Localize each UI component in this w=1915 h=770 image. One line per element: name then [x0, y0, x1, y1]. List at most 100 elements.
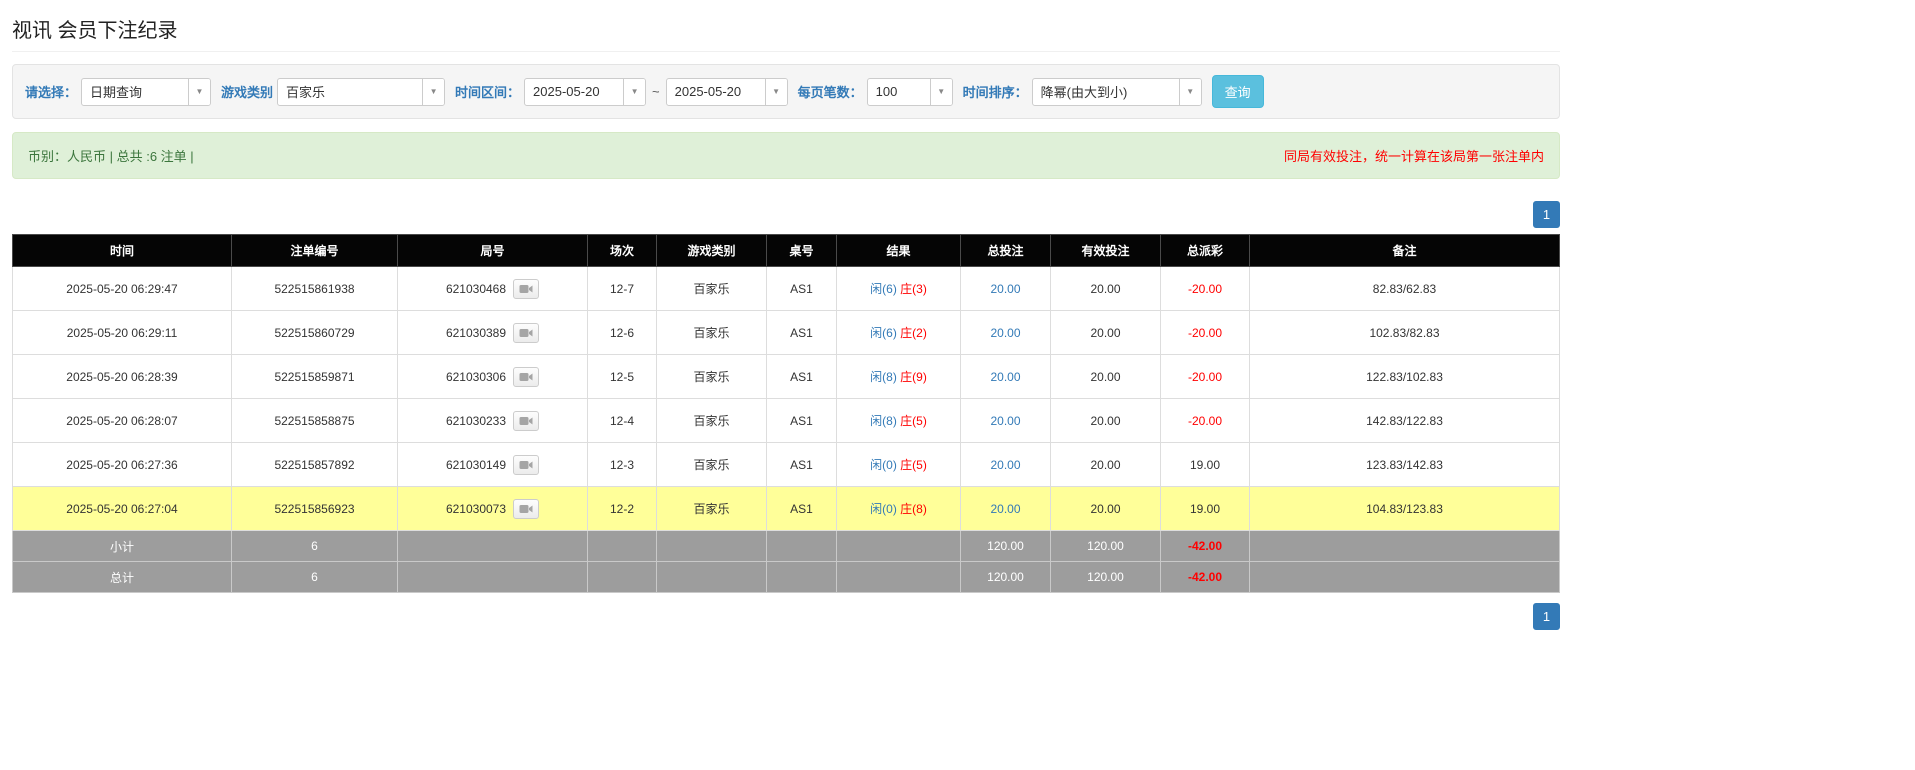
cell-round-id: 621030149: [398, 443, 588, 487]
cell-bet-id: 522515857892: [232, 443, 398, 487]
cell-bet-id: 522515859871: [232, 355, 398, 399]
cell-table-no: AS1: [767, 311, 837, 355]
cell-time: 2025-05-20 06:28:39: [13, 355, 232, 399]
date-range-separator: ~: [652, 84, 660, 99]
total-total-bet: 120.00: [961, 562, 1051, 593]
header-valid-bet: 有效投注: [1051, 235, 1161, 267]
chevron-down-icon[interactable]: ▼: [188, 79, 210, 105]
result-player: 闲(6): [870, 326, 897, 340]
video-camera-icon: [519, 284, 533, 294]
page-container: 视讯 会员下注纪录 请选择： 日期查询 ▼ 游戏类别 百家乐 ▼ 时间区间： 2…: [12, 0, 1560, 660]
cell-result: 闲(0) 庄(5): [837, 443, 961, 487]
cell-time: 2025-05-20 06:29:47: [13, 267, 232, 311]
filter-bar: 请选择： 日期查询 ▼ 游戏类别 百家乐 ▼ 时间区间： 2025-05-20 …: [12, 64, 1560, 119]
cell-remark: 104.83/123.83: [1250, 487, 1560, 531]
page-size-dropdown[interactable]: 100 ▼: [867, 78, 953, 106]
result-banker: 庄(2): [900, 326, 927, 340]
search-button[interactable]: 查询: [1212, 75, 1264, 108]
total-payout: -42.00: [1161, 562, 1250, 593]
cell-session: 12-4: [588, 399, 657, 443]
video-replay-button[interactable]: [513, 323, 539, 343]
bet-records-table: 时间 注单编号 局号 场次 游戏类别 桌号 结果 总投注 有效投注 总派彩 备注…: [12, 234, 1560, 593]
total-bet-link[interactable]: 20.00: [990, 458, 1020, 472]
video-camera-icon: [519, 416, 533, 426]
total-bet-link[interactable]: 20.00: [990, 282, 1020, 296]
cell-game-type: 百家乐: [657, 355, 767, 399]
round-id-text: 621030233: [446, 414, 506, 428]
grand-total-row: 总计 6 120.00 120.00 -42.00: [13, 562, 1560, 593]
cell-bet-id: 522515856923: [232, 487, 398, 531]
result-banker: 庄(3): [900, 282, 927, 296]
chevron-down-icon[interactable]: ▼: [765, 79, 787, 105]
round-id-text: 621030073: [446, 502, 506, 516]
result-player: 闲(8): [870, 414, 897, 428]
header-result: 结果: [837, 235, 961, 267]
cell-game-type: 百家乐: [657, 443, 767, 487]
chevron-down-icon[interactable]: ▼: [422, 79, 444, 105]
date-from-dropdown[interactable]: 2025-05-20 ▼: [524, 78, 646, 106]
select-type-value: 日期查询: [82, 79, 188, 105]
result-banker: 庄(5): [900, 458, 927, 472]
subtotal-count: 6: [232, 531, 398, 562]
game-type-label: 游戏类别: [221, 82, 273, 101]
result-player: 闲(6): [870, 282, 897, 296]
cell-total-bet: 20.00: [961, 311, 1051, 355]
cell-time: 2025-05-20 06:27:04: [13, 487, 232, 531]
page-title: 视讯 会员下注纪录: [12, 14, 1560, 52]
cell-game-type: 百家乐: [657, 267, 767, 311]
time-sort-value: 降幂(由大到小): [1033, 79, 1179, 105]
cell-valid-bet: 20.00: [1051, 355, 1161, 399]
round-id-text: 621030306: [446, 370, 506, 384]
cell-payout: -20.00: [1161, 267, 1250, 311]
select-type-label: 请选择：: [25, 82, 77, 101]
cell-time: 2025-05-20 06:29:11: [13, 311, 232, 355]
cell-time: 2025-05-20 06:27:36: [13, 443, 232, 487]
cell-table-no: AS1: [767, 487, 837, 531]
header-time: 时间: [13, 235, 232, 267]
total-bet-link[interactable]: 20.00: [990, 326, 1020, 340]
round-id-text: 621030389: [446, 326, 506, 340]
video-replay-button[interactable]: [513, 499, 539, 519]
total-bet-link[interactable]: 20.00: [990, 370, 1020, 384]
cell-payout: -20.00: [1161, 399, 1250, 443]
cell-game-type: 百家乐: [657, 399, 767, 443]
table-footer: 小计 6 120.00 120.00 -42.00 总计 6: [13, 531, 1560, 593]
pagination-bottom: 1: [12, 603, 1560, 630]
chevron-down-icon[interactable]: ▼: [930, 79, 952, 105]
cell-total-bet: 20.00: [961, 267, 1051, 311]
header-round-id: 局号: [398, 235, 588, 267]
time-sort-dropdown[interactable]: 降幂(由大到小) ▼: [1032, 78, 1202, 106]
table-row: 2025-05-20 06:28:07 522515858875 6210302…: [13, 399, 1560, 443]
subtotal-valid-bet: 120.00: [1051, 531, 1161, 562]
cell-session: 12-7: [588, 267, 657, 311]
header-payout: 总派彩: [1161, 235, 1250, 267]
total-bet-link[interactable]: 20.00: [990, 414, 1020, 428]
pagination-top: 1: [12, 201, 1560, 228]
video-camera-icon: [519, 372, 533, 382]
chevron-down-icon[interactable]: ▼: [1179, 79, 1201, 105]
total-bet-link[interactable]: 20.00: [990, 502, 1020, 516]
game-type-dropdown[interactable]: 百家乐 ▼: [277, 78, 445, 106]
cell-table-no: AS1: [767, 355, 837, 399]
cell-valid-bet: 20.00: [1051, 487, 1161, 531]
cell-remark: 82.83/62.83: [1250, 267, 1560, 311]
select-type-dropdown[interactable]: 日期查询 ▼: [81, 78, 211, 106]
cell-payout: -20.00: [1161, 311, 1250, 355]
cell-game-type: 百家乐: [657, 487, 767, 531]
cell-total-bet: 20.00: [961, 487, 1051, 531]
video-replay-button[interactable]: [513, 279, 539, 299]
page-button-1[interactable]: 1: [1533, 603, 1560, 630]
video-replay-button[interactable]: [513, 455, 539, 475]
total-valid-bet: 120.00: [1051, 562, 1161, 593]
cell-result: 闲(6) 庄(3): [837, 267, 961, 311]
chevron-down-icon[interactable]: ▼: [623, 79, 645, 105]
video-replay-button[interactable]: [513, 367, 539, 387]
date-to-dropdown[interactable]: 2025-05-20 ▼: [666, 78, 788, 106]
cell-round-id: 621030233: [398, 399, 588, 443]
video-replay-button[interactable]: [513, 411, 539, 431]
table-row: 2025-05-20 06:27:36 522515857892 6210301…: [13, 443, 1560, 487]
cell-result: 闲(8) 庄(9): [837, 355, 961, 399]
cell-remark: 102.83/82.83: [1250, 311, 1560, 355]
video-camera-icon: [519, 504, 533, 514]
page-button-1[interactable]: 1: [1533, 201, 1560, 228]
